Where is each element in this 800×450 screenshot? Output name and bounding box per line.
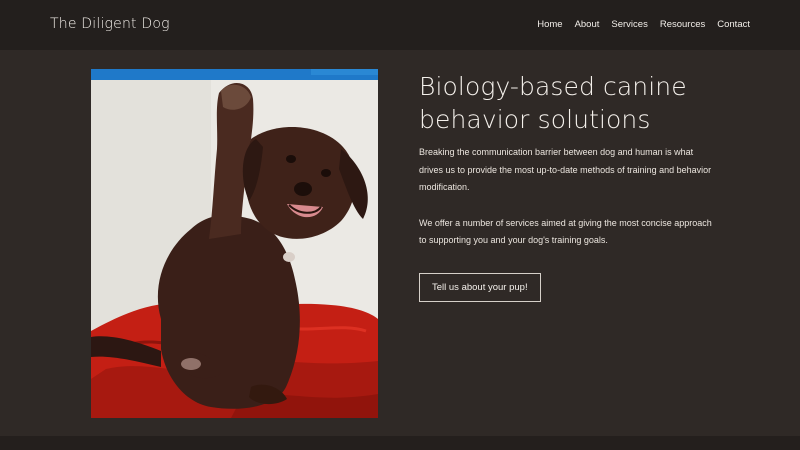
footer-strip [0, 436, 800, 450]
main-nav: Home About Services Resources Contact [537, 19, 750, 31]
site-logo-text[interactable]: The Diligent Dog [50, 15, 170, 33]
hero-headline: Biology-based canine behavior solutions [419, 72, 687, 134]
nav-link-home[interactable]: Home [537, 19, 562, 31]
hero-paragraph-2: We offer a number of services aimed at g… [419, 217, 712, 246]
hero-content: Biology-based canine behavior solutions … [419, 70, 719, 302]
nav-link-contact[interactable]: Contact [717, 19, 750, 31]
nav-link-resources[interactable]: Resources [660, 19, 705, 31]
hero-dog-photo [91, 69, 378, 418]
nav-link-about[interactable]: About [575, 19, 600, 31]
nav-link-services[interactable]: Services [611, 19, 647, 31]
site-header: The Diligent Dog Home About Services Res… [0, 0, 800, 50]
tell-us-about-your-pup-button[interactable]: Tell us about your pup! [419, 272, 541, 302]
hero-paragraph-1: Breaking the communication barrier betwe… [419, 147, 712, 192]
